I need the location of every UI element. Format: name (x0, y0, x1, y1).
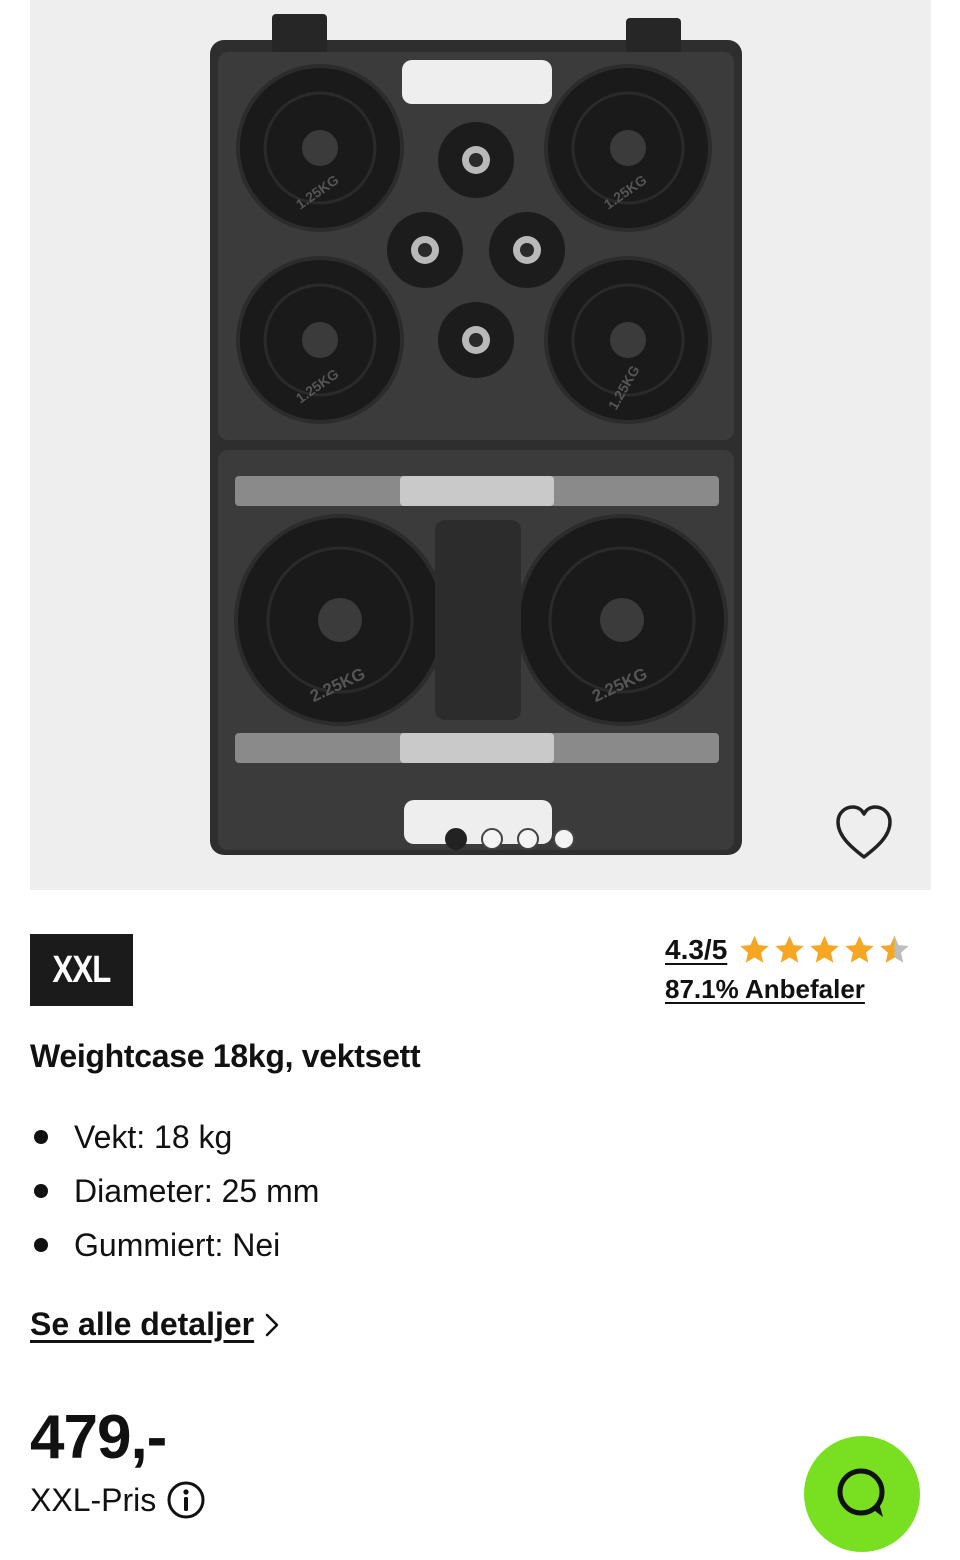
bullet-icon (34, 1130, 48, 1144)
bullet-icon (34, 1238, 48, 1252)
spec-text: Diameter: 25 mm (74, 1172, 320, 1209)
brand-logo-text: XXL (52, 948, 111, 991)
rating-stars (737, 933, 912, 967)
spec-item: Gummiert: Nei (30, 1218, 319, 1272)
price-label-row: XXL-Pris (30, 1480, 206, 1520)
product-specs: Vekt: 18 kg Diameter: 25 mm Gummiert: Ne… (30, 1110, 319, 1272)
spec-text: Vekt: 18 kg (74, 1118, 233, 1155)
see-all-details-label[interactable]: Se alle detaljer (30, 1306, 254, 1343)
star-icon (740, 935, 769, 963)
recommend-percentage[interactable]: 87.1% Anbefaler (665, 974, 935, 1005)
product-image: 1.25KG 1.25KG1.25KG 1.25KG2.25KG 2.25KG (210, 14, 742, 855)
gallery-dot[interactable] (445, 828, 467, 850)
chevron-right-icon (265, 1313, 279, 1336)
product-image-gallery[interactable]: 1.25KG 1.25KG 1.25KG 1.25KG 2.25KG 2.25KG (30, 0, 931, 890)
spec-item: Diameter: 25 mm (30, 1164, 319, 1218)
gallery-dot[interactable] (481, 828, 503, 850)
gallery-dot[interactable] (517, 828, 539, 850)
product-rating[interactable]: 4.3/5 87.1% Anbefaler (665, 930, 935, 1005)
heart-icon[interactable] (833, 803, 895, 863)
bullet-icon (34, 1184, 48, 1198)
product-title: Weightcase 18kg, vektsett (30, 1038, 421, 1074)
rating-value[interactable]: 4.3/5 (665, 934, 727, 966)
star-icon (775, 935, 804, 963)
spec-text: Gummiert: Nei (74, 1226, 281, 1263)
star-icon (845, 935, 874, 963)
star-half-icon (880, 935, 909, 963)
info-icon[interactable] (166, 1480, 206, 1520)
spec-item: Vekt: 18 kg (30, 1110, 319, 1164)
price-amount: 479,- (30, 1403, 167, 1472)
gallery-pagination (445, 828, 575, 850)
price-label: XXL-Pris (30, 1481, 157, 1518)
chat-icon (837, 1468, 885, 1517)
see-all-details-link[interactable]: Se alle detaljer (30, 1306, 280, 1343)
brand-logo: XXL (30, 934, 133, 1006)
chat-button[interactable] (804, 1436, 920, 1552)
star-icon (810, 935, 839, 963)
gallery-dot[interactable] (553, 828, 575, 850)
